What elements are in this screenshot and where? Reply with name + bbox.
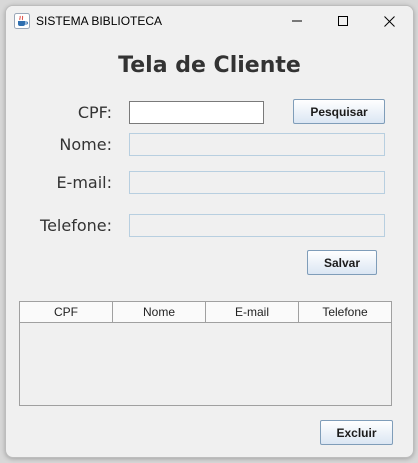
table-body[interactable] [20,323,391,407]
close-button[interactable] [366,6,412,36]
save-button[interactable]: Salvar [307,250,377,275]
clients-table[interactable]: CPF Nome E-mail Telefone [19,301,392,406]
app-window: SISTEMA BIBLIOTECA Tela de Cliente CPF: … [5,5,414,458]
cpf-label: CPF: [77,103,112,122]
column-header-telefone[interactable]: Telefone [299,302,391,322]
table-header: CPF Nome E-mail Telefone [20,302,391,323]
minimize-button[interactable] [274,6,320,36]
search-button[interactable]: Pesquisar [293,99,385,124]
close-icon [383,15,395,27]
email-field[interactable] [129,171,385,194]
column-header-email[interactable]: E-mail [206,302,299,322]
column-header-nome[interactable]: Nome [113,302,206,322]
telefone-field[interactable] [129,214,385,237]
column-header-cpf[interactable]: CPF [20,302,113,322]
maximize-button[interactable] [320,6,366,36]
minimize-icon [292,16,302,26]
nome-label: Nome: [59,135,112,154]
cpf-input[interactable] [129,101,264,124]
delete-button[interactable]: Excluir [320,420,393,445]
java-cup-icon [14,13,30,29]
nome-field[interactable] [129,133,385,156]
maximize-icon [338,16,348,26]
page-title: Tela de Cliente [118,53,301,78]
email-label: E-mail: [56,173,112,192]
telefone-label: Telefone: [40,216,112,235]
title-bar[interactable]: SISTEMA BIBLIOTECA [6,6,413,36]
window-title: SISTEMA BIBLIOTECA [36,14,163,28]
